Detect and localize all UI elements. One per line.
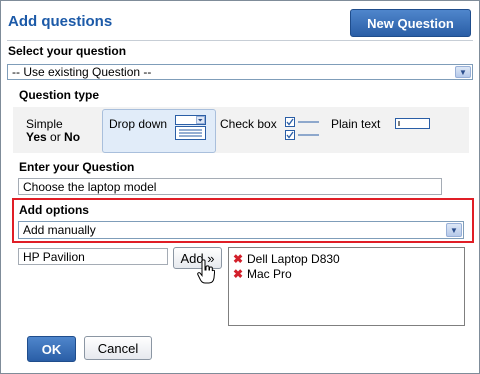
dialog-title: Add questions	[8, 13, 113, 30]
add-options-mode-select[interactable]: Add manually ▼	[18, 221, 464, 239]
yes-or-no-label: Yes or No	[26, 130, 81, 144]
add-options-label: Add options	[19, 203, 89, 217]
textbox-preview-icon	[395, 118, 430, 129]
list-item: ✖ Mac Pro	[233, 267, 292, 281]
question-type-plaintext[interactable]: Plain text	[331, 117, 380, 131]
delete-icon[interactable]: ✖	[233, 253, 243, 265]
option-text-input[interactable]: HP Pavilion	[18, 248, 168, 265]
simple-label: Simple	[26, 117, 63, 131]
add-questions-dialog: Add questions New Question Select your q…	[0, 0, 480, 374]
select-question-label: Select your question	[8, 44, 127, 58]
new-question-button[interactable]: New Question	[350, 9, 471, 37]
question-text-input[interactable]: Choose the laptop model	[18, 178, 442, 195]
question-type-checkbox[interactable]: Check box	[220, 117, 277, 131]
cancel-button[interactable]: Cancel	[84, 336, 152, 360]
enter-question-label: Enter your Question	[19, 160, 135, 174]
question-type-label: Question type	[19, 88, 100, 102]
chevron-down-icon: ▼	[446, 223, 462, 237]
checkbox-preview-icon	[285, 117, 319, 140]
dropdown-label: Drop down	[109, 117, 168, 131]
chevron-down-icon: ▼	[455, 66, 471, 78]
option-label: Dell Laptop D830	[247, 252, 340, 266]
delete-icon[interactable]: ✖	[233, 268, 243, 280]
hand-cursor-icon	[197, 259, 215, 284]
existing-question-select[interactable]: -- Use existing Question -- ▼	[7, 64, 473, 80]
ok-button[interactable]: OK	[27, 336, 76, 362]
options-listbox[interactable]: ✖ Dell Laptop D830 ✖ Mac Pro	[228, 247, 465, 326]
divider	[7, 40, 473, 41]
existing-question-value: -- Use existing Question --	[12, 65, 152, 79]
option-label: Mac Pro	[247, 267, 292, 281]
add-options-mode-value: Add manually	[23, 223, 96, 237]
list-item: ✖ Dell Laptop D830	[233, 252, 340, 266]
dropdown-preview-icon	[175, 115, 206, 140]
